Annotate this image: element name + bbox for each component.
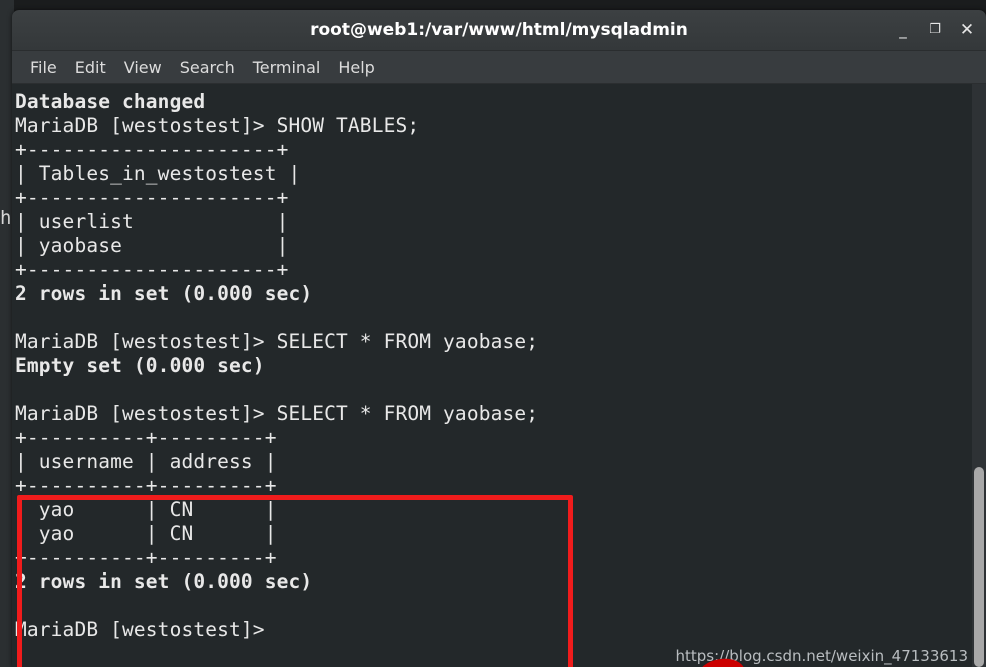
maximize-icon[interactable]: ❐ — [924, 20, 946, 40]
terminal-line: Empty set (0.000 sec) — [15, 354, 265, 377]
window-title: root@web1:/var/www/html/mysqladmin — [310, 20, 688, 40]
terminal-line: MariaDB [westostest]> SELECT * FROM yaob… — [15, 402, 539, 425]
terminal-line: +---------------------+ — [15, 186, 289, 209]
scrollbar-thumb[interactable] — [974, 467, 984, 667]
terminal-line: Database changed — [15, 90, 206, 113]
terminal-line: | yaobase | — [15, 234, 289, 257]
terminal-line: +---------------------+ — [15, 258, 289, 281]
terminal-line: | username | address | — [15, 450, 277, 473]
menu-item-view[interactable]: View — [115, 55, 171, 80]
terminal-line: +----------+---------+ — [15, 474, 277, 497]
menubar: File Edit View Search Terminal Help — [12, 51, 986, 84]
terminal-line: +----------+---------+ — [15, 546, 277, 569]
screen: h| root@web1:/var/www/html/mysqladmin _ … — [0, 0, 986, 667]
terminal-line: 2 rows in set (0.000 sec) — [15, 570, 313, 593]
terminal-line: | Tables_in_westostest | — [15, 162, 301, 185]
terminal-line: 2 rows in set (0.000 sec) — [15, 282, 313, 305]
menu-item-edit[interactable]: Edit — [66, 55, 115, 80]
terminal-output-area[interactable]: Database changed MariaDB [westostest]> S… — [12, 84, 986, 667]
minimize-icon[interactable]: _ — [892, 20, 914, 40]
menu-item-terminal[interactable]: Terminal — [244, 55, 330, 80]
menu-item-search[interactable]: Search — [171, 55, 244, 80]
scrollbar-track[interactable] — [972, 84, 986, 667]
terminal-line: | yao | CN | — [15, 522, 277, 545]
terminal-line: +----------+---------+ — [15, 426, 277, 449]
terminal-line: MariaDB [westostest]> SHOW TABLES; — [15, 114, 420, 137]
terminal-line: | yao | CN | — [15, 498, 277, 521]
terminal-line: MariaDB [westostest]> SELECT * FROM yaob… — [15, 330, 539, 353]
menu-item-help[interactable]: Help — [329, 55, 383, 80]
terminal-text: Database changed MariaDB [westostest]> S… — [15, 90, 538, 642]
menu-item-file[interactable]: File — [21, 55, 66, 80]
terminal-line: | userlist | — [15, 210, 289, 233]
terminal-window: root@web1:/var/www/html/mysqladmin _ ❐ ✕… — [12, 10, 986, 667]
terminal-line: +---------------------+ — [15, 138, 289, 161]
terminal-line: MariaDB [westostest]> — [15, 618, 277, 641]
titlebar[interactable]: root@web1:/var/www/html/mysqladmin _ ❐ ✕ — [12, 10, 986, 51]
close-icon[interactable]: ✕ — [956, 20, 978, 40]
